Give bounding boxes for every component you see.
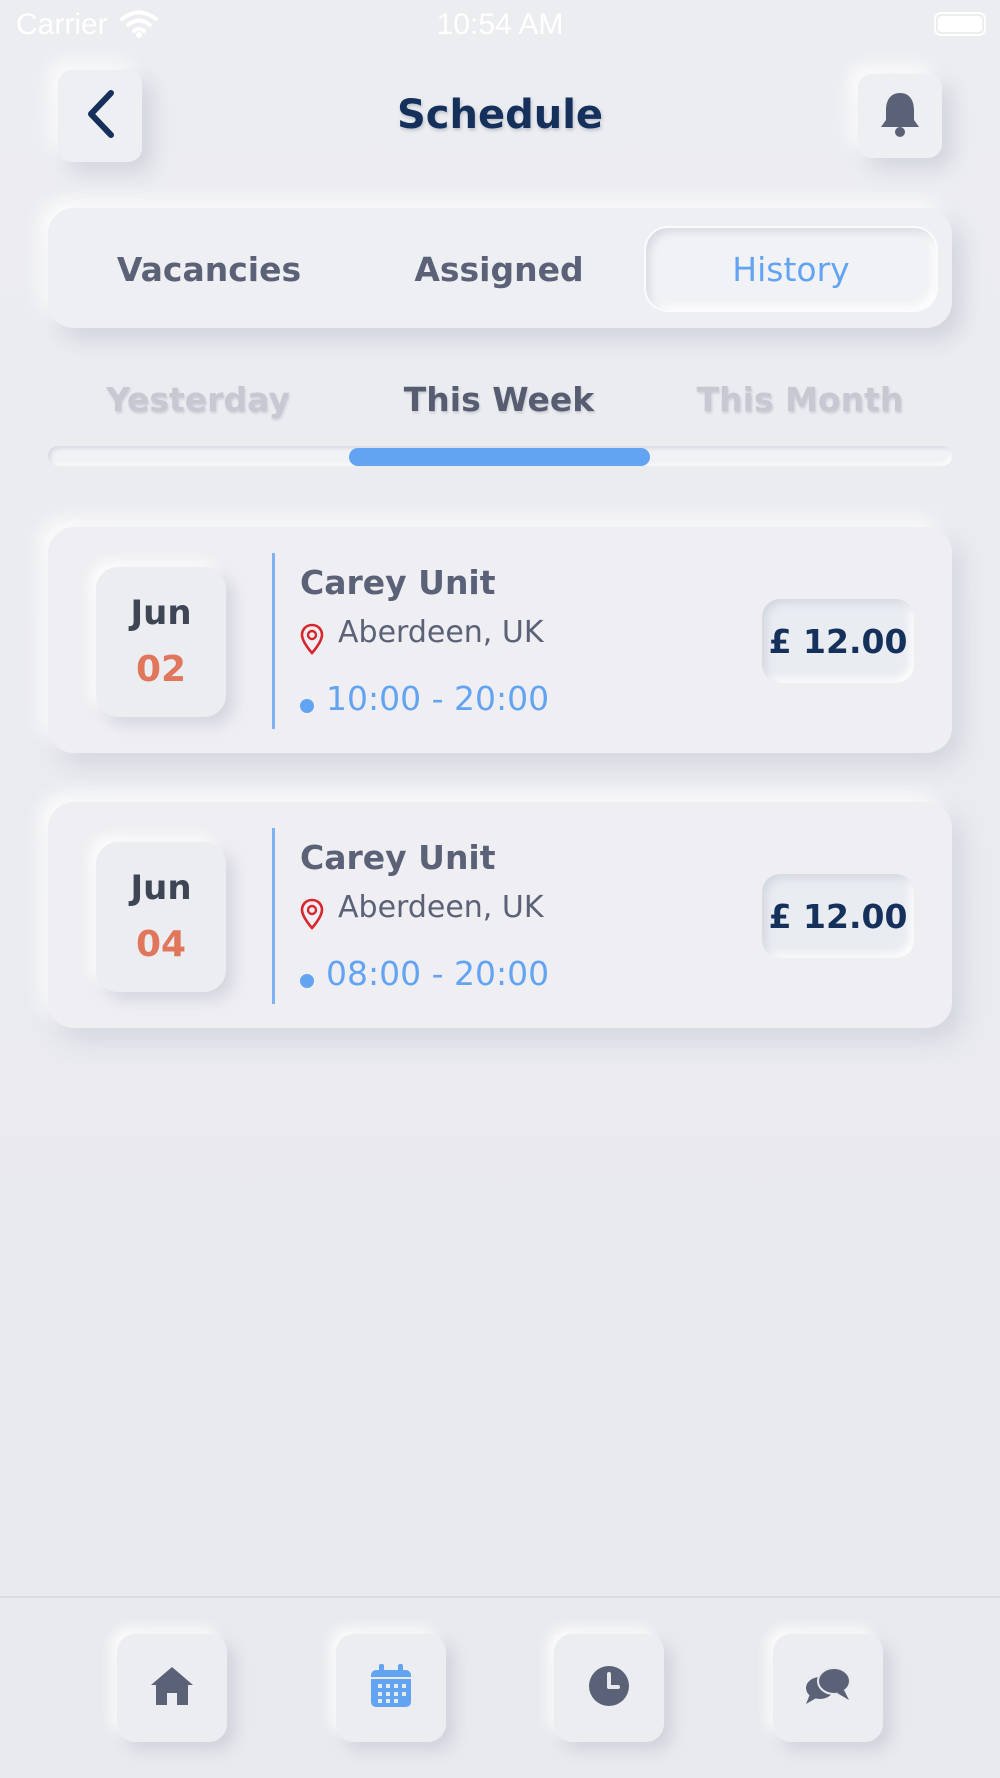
shift-card[interactable]: Jun 02 Carey Unit Aberdeen, UK 10:00 - 2… [48,527,952,753]
shift-date: Jun 04 [96,842,226,992]
period-indicator-track [48,446,952,466]
shift-price: £ 12.00 [762,874,914,958]
shift-month: Jun [130,593,192,633]
location-pin-icon [300,623,324,659]
schedule-screen: Carrier 10:54 AM Schedule Vacancies Assi… [0,0,1000,1778]
clock-icon [587,1664,631,1712]
period-yesterday[interactable]: Yesterday [48,380,348,419]
schedule-tabs: Vacancies Assigned History [48,208,952,328]
nav-messages-button[interactable] [773,1634,883,1742]
tab-vacancies[interactable]: Vacancies [64,228,354,310]
shift-month: Jun [130,868,192,908]
shift-time: 10:00 - 20:00 [326,679,550,718]
nav-home-button[interactable] [117,1634,227,1742]
period-indicator [349,448,650,466]
shift-unit: Carey Unit [300,838,496,877]
shift-time: 08:00 - 20:00 [326,954,550,993]
shift-unit: Carey Unit [300,563,496,602]
page-title: Schedule [396,92,604,138]
tab-history[interactable]: History [646,228,936,310]
notifications-button[interactable] [858,74,942,158]
status-bar: Carrier 10:54 AM [0,0,1000,50]
card-divider [272,828,275,1004]
time-dot [300,699,314,713]
bottom-nav [0,1596,1000,1778]
home-icon [149,1664,195,1712]
battery-icon [934,12,986,36]
status-time: 10:54 AM [436,8,564,41]
shift-location: Aberdeen, UK [338,890,544,925]
shift-day: 04 [135,924,187,965]
shift-location: Aberdeen, UK [338,615,544,650]
shift-card[interactable]: Jun 04 Carey Unit Aberdeen, UK 08:00 - 2… [48,802,952,1028]
period-this-week[interactable]: This Week [349,380,649,419]
tab-assigned[interactable]: Assigned [354,228,644,310]
period-this-month[interactable]: This Month [650,380,950,419]
nav-calendar-button[interactable] [336,1634,446,1742]
time-dot [300,974,314,988]
bell-icon [878,90,922,142]
chat-icon [804,1664,852,1712]
shift-price: £ 12.00 [762,599,914,683]
card-divider [272,553,275,729]
shift-day: 02 [135,649,187,690]
calendar-icon [369,1663,413,1713]
shift-date: Jun 02 [96,567,226,717]
location-pin-icon [300,898,324,934]
nav-history-button[interactable] [554,1634,664,1742]
